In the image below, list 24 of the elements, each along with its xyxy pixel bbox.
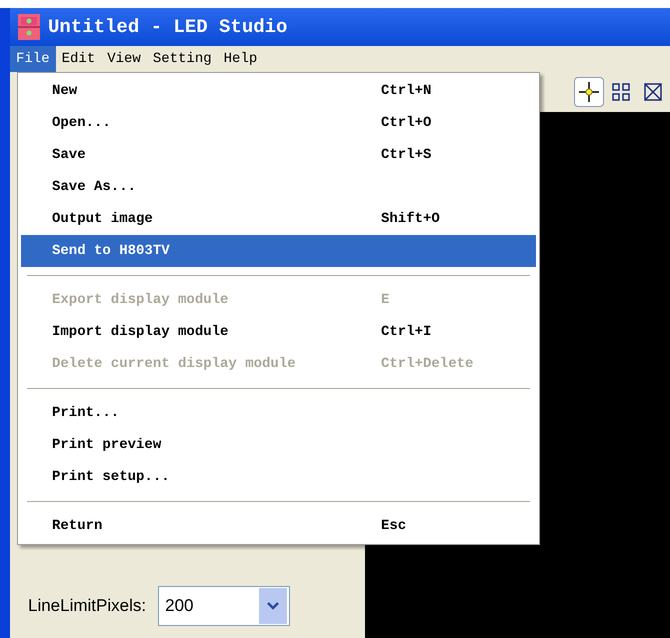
menu-entry[interactable]: Print preview	[21, 429, 536, 461]
line-limit-dropdown[interactable]: 200	[158, 586, 290, 626]
line-limit-label: LineLimitPixels:	[28, 595, 146, 618]
window-title: Untitled - LED Studio	[48, 14, 288, 40]
menu-item[interactable]: Edit	[56, 46, 102, 72]
box-cross-icon	[643, 82, 663, 102]
menu-entry[interactable]: Send to H803TV	[21, 235, 536, 267]
app-icon	[18, 14, 40, 40]
tool-button[interactable]	[574, 77, 604, 107]
menu-entry[interactable]: Save As...	[21, 171, 536, 203]
menu-entry[interactable]: Open... Ctrl+O	[21, 107, 536, 139]
grid-icon	[611, 82, 631, 102]
menu-entry[interactable]: Import display module Ctrl+I	[21, 316, 536, 348]
menu-item[interactable]: View	[101, 46, 147, 72]
menu-item[interactable]: File	[10, 46, 56, 72]
menu-entry[interactable]: New Ctrl+N	[21, 75, 536, 107]
crosshair-icon	[578, 81, 600, 103]
menu-entry[interactable]: Print setup...	[21, 461, 536, 493]
menu-entry[interactable]: Return Esc	[21, 510, 536, 542]
menu-entry[interactable]: Save Ctrl+S	[21, 139, 536, 171]
menu-entry[interactable]: Output image Shift+O	[21, 203, 536, 235]
menu-item[interactable]: Help	[218, 46, 264, 72]
menu-item[interactable]: Setting	[146, 46, 218, 72]
menu-entry[interactable]: Print...	[21, 397, 536, 429]
